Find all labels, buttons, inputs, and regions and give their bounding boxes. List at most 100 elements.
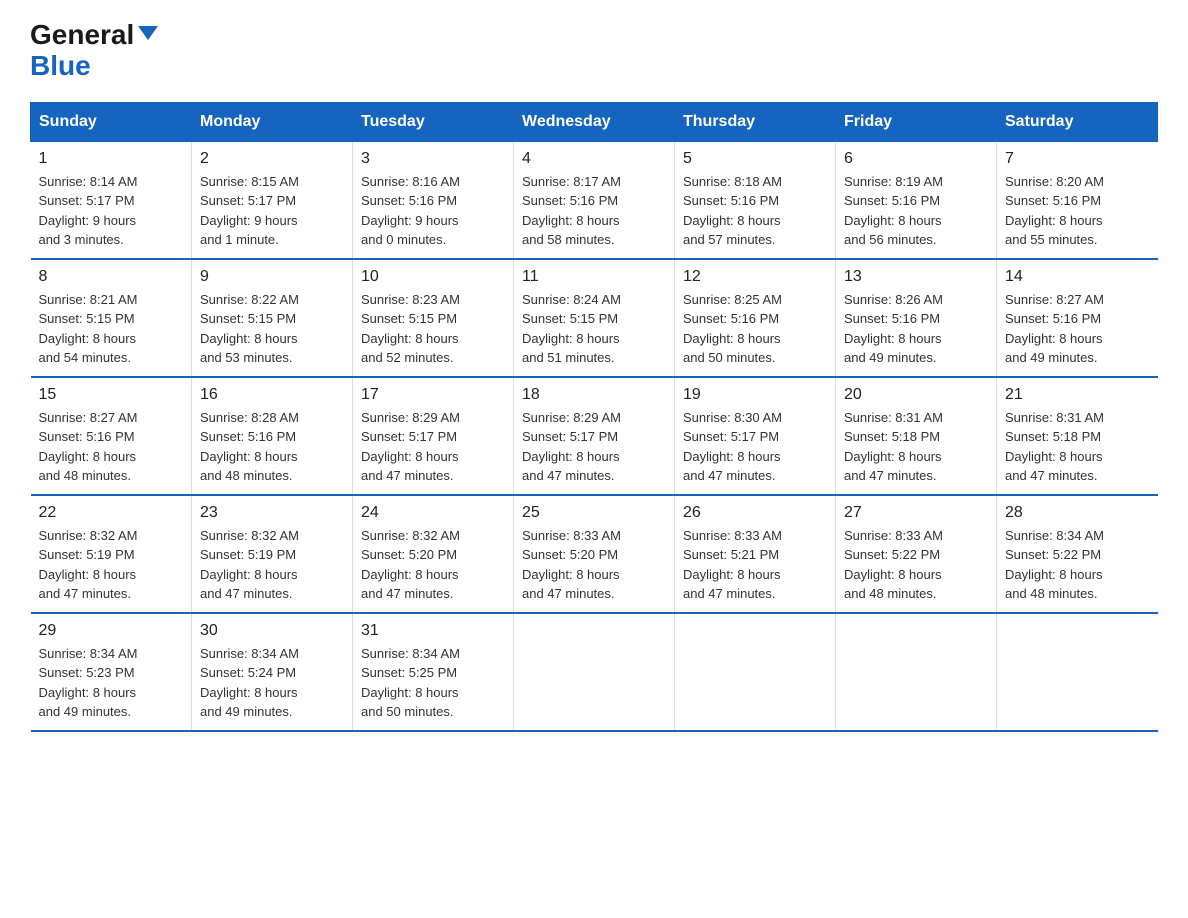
calendar-day-cell: 31 Sunrise: 8:34 AMSunset: 5:25 PMDaylig… <box>353 613 514 731</box>
day-number: 22 <box>39 504 184 522</box>
calendar-header-tuesday: Tuesday <box>353 102 514 141</box>
calendar-day-cell <box>675 613 836 731</box>
day-number: 29 <box>39 622 184 640</box>
calendar-day-cell: 8 Sunrise: 8:21 AMSunset: 5:15 PMDayligh… <box>31 259 192 377</box>
day-info: Sunrise: 8:22 AMSunset: 5:15 PMDaylight:… <box>200 290 344 368</box>
day-number: 12 <box>683 268 827 286</box>
calendar-day-cell: 23 Sunrise: 8:32 AMSunset: 5:19 PMDaylig… <box>192 495 353 613</box>
day-info: Sunrise: 8:32 AMSunset: 5:20 PMDaylight:… <box>361 526 505 604</box>
calendar-day-cell: 15 Sunrise: 8:27 AMSunset: 5:16 PMDaylig… <box>31 377 192 495</box>
day-info: Sunrise: 8:32 AMSunset: 5:19 PMDaylight:… <box>200 526 344 604</box>
day-info: Sunrise: 8:33 AMSunset: 5:20 PMDaylight:… <box>522 526 666 604</box>
calendar-day-cell: 21 Sunrise: 8:31 AMSunset: 5:18 PMDaylig… <box>997 377 1158 495</box>
day-info: Sunrise: 8:19 AMSunset: 5:16 PMDaylight:… <box>844 172 988 250</box>
day-number: 7 <box>1005 150 1150 168</box>
day-number: 9 <box>200 268 344 286</box>
day-number: 15 <box>39 386 184 404</box>
day-info: Sunrise: 8:14 AMSunset: 5:17 PMDaylight:… <box>39 172 184 250</box>
day-info: Sunrise: 8:31 AMSunset: 5:18 PMDaylight:… <box>1005 408 1150 486</box>
day-info: Sunrise: 8:18 AMSunset: 5:16 PMDaylight:… <box>683 172 827 250</box>
calendar-week-row: 15 Sunrise: 8:27 AMSunset: 5:16 PMDaylig… <box>31 377 1158 495</box>
day-info: Sunrise: 8:30 AMSunset: 5:17 PMDaylight:… <box>683 408 827 486</box>
day-info: Sunrise: 8:21 AMSunset: 5:15 PMDaylight:… <box>39 290 184 368</box>
calendar-day-cell: 7 Sunrise: 8:20 AMSunset: 5:16 PMDayligh… <box>997 141 1158 259</box>
day-number: 6 <box>844 150 988 168</box>
calendar-header-friday: Friday <box>836 102 997 141</box>
day-info: Sunrise: 8:25 AMSunset: 5:16 PMDaylight:… <box>683 290 827 368</box>
calendar-day-cell: 5 Sunrise: 8:18 AMSunset: 5:16 PMDayligh… <box>675 141 836 259</box>
day-number: 8 <box>39 268 184 286</box>
day-info: Sunrise: 8:17 AMSunset: 5:16 PMDaylight:… <box>522 172 666 250</box>
calendar-day-cell: 14 Sunrise: 8:27 AMSunset: 5:16 PMDaylig… <box>997 259 1158 377</box>
day-number: 30 <box>200 622 344 640</box>
calendar-header-sunday: Sunday <box>31 102 192 141</box>
calendar-table: SundayMondayTuesdayWednesdayThursdayFrid… <box>30 102 1158 732</box>
calendar-day-cell: 6 Sunrise: 8:19 AMSunset: 5:16 PMDayligh… <box>836 141 997 259</box>
calendar-header-saturday: Saturday <box>997 102 1158 141</box>
day-number: 14 <box>1005 268 1150 286</box>
day-number: 16 <box>200 386 344 404</box>
day-info: Sunrise: 8:29 AMSunset: 5:17 PMDaylight:… <box>361 408 505 486</box>
calendar-day-cell <box>997 613 1158 731</box>
day-number: 18 <box>522 386 666 404</box>
calendar-day-cell <box>514 613 675 731</box>
day-number: 3 <box>361 150 505 168</box>
calendar-day-cell: 3 Sunrise: 8:16 AMSunset: 5:16 PMDayligh… <box>353 141 514 259</box>
calendar-day-cell: 2 Sunrise: 8:15 AMSunset: 5:17 PMDayligh… <box>192 141 353 259</box>
day-info: Sunrise: 8:16 AMSunset: 5:16 PMDaylight:… <box>361 172 505 250</box>
calendar-day-cell: 1 Sunrise: 8:14 AMSunset: 5:17 PMDayligh… <box>31 141 192 259</box>
calendar-day-cell: 20 Sunrise: 8:31 AMSunset: 5:18 PMDaylig… <box>836 377 997 495</box>
calendar-day-cell: 19 Sunrise: 8:30 AMSunset: 5:17 PMDaylig… <box>675 377 836 495</box>
logo-triangle-icon <box>138 26 158 40</box>
calendar-day-cell: 30 Sunrise: 8:34 AMSunset: 5:24 PMDaylig… <box>192 613 353 731</box>
day-number: 5 <box>683 150 827 168</box>
calendar-day-cell: 18 Sunrise: 8:29 AMSunset: 5:17 PMDaylig… <box>514 377 675 495</box>
calendar-day-cell: 12 Sunrise: 8:25 AMSunset: 5:16 PMDaylig… <box>675 259 836 377</box>
calendar-day-cell: 11 Sunrise: 8:24 AMSunset: 5:15 PMDaylig… <box>514 259 675 377</box>
day-number: 10 <box>361 268 505 286</box>
day-number: 13 <box>844 268 988 286</box>
calendar-week-row: 29 Sunrise: 8:34 AMSunset: 5:23 PMDaylig… <box>31 613 1158 731</box>
calendar-header-row: SundayMondayTuesdayWednesdayThursdayFrid… <box>31 102 1158 141</box>
day-number: 4 <box>522 150 666 168</box>
day-info: Sunrise: 8:20 AMSunset: 5:16 PMDaylight:… <box>1005 172 1150 250</box>
logo-blue-text: Blue <box>30 51 158 82</box>
calendar-day-cell: 13 Sunrise: 8:26 AMSunset: 5:16 PMDaylig… <box>836 259 997 377</box>
calendar-day-cell: 29 Sunrise: 8:34 AMSunset: 5:23 PMDaylig… <box>31 613 192 731</box>
day-number: 2 <box>200 150 344 168</box>
calendar-header-monday: Monday <box>192 102 353 141</box>
calendar-week-row: 8 Sunrise: 8:21 AMSunset: 5:15 PMDayligh… <box>31 259 1158 377</box>
day-info: Sunrise: 8:34 AMSunset: 5:24 PMDaylight:… <box>200 644 344 722</box>
calendar-week-row: 22 Sunrise: 8:32 AMSunset: 5:19 PMDaylig… <box>31 495 1158 613</box>
day-info: Sunrise: 8:29 AMSunset: 5:17 PMDaylight:… <box>522 408 666 486</box>
calendar-day-cell: 26 Sunrise: 8:33 AMSunset: 5:21 PMDaylig… <box>675 495 836 613</box>
calendar-day-cell: 4 Sunrise: 8:17 AMSunset: 5:16 PMDayligh… <box>514 141 675 259</box>
day-number: 24 <box>361 504 505 522</box>
calendar-day-cell <box>836 613 997 731</box>
calendar-day-cell: 27 Sunrise: 8:33 AMSunset: 5:22 PMDaylig… <box>836 495 997 613</box>
calendar-week-row: 1 Sunrise: 8:14 AMSunset: 5:17 PMDayligh… <box>31 141 1158 259</box>
day-info: Sunrise: 8:23 AMSunset: 5:15 PMDaylight:… <box>361 290 505 368</box>
day-info: Sunrise: 8:15 AMSunset: 5:17 PMDaylight:… <box>200 172 344 250</box>
day-info: Sunrise: 8:27 AMSunset: 5:16 PMDaylight:… <box>1005 290 1150 368</box>
calendar-day-cell: 24 Sunrise: 8:32 AMSunset: 5:20 PMDaylig… <box>353 495 514 613</box>
calendar-day-cell: 22 Sunrise: 8:32 AMSunset: 5:19 PMDaylig… <box>31 495 192 613</box>
day-number: 20 <box>844 386 988 404</box>
calendar-header-wednesday: Wednesday <box>514 102 675 141</box>
day-number: 23 <box>200 504 344 522</box>
day-info: Sunrise: 8:34 AMSunset: 5:23 PMDaylight:… <box>39 644 184 722</box>
day-info: Sunrise: 8:24 AMSunset: 5:15 PMDaylight:… <box>522 290 666 368</box>
page-header: General Blue <box>30 20 1158 82</box>
calendar-day-cell: 9 Sunrise: 8:22 AMSunset: 5:15 PMDayligh… <box>192 259 353 377</box>
day-info: Sunrise: 8:33 AMSunset: 5:21 PMDaylight:… <box>683 526 827 604</box>
logo: General Blue <box>30 20 158 82</box>
day-number: 21 <box>1005 386 1150 404</box>
day-number: 11 <box>522 268 666 286</box>
calendar-day-cell: 16 Sunrise: 8:28 AMSunset: 5:16 PMDaylig… <box>192 377 353 495</box>
day-number: 31 <box>361 622 505 640</box>
day-number: 26 <box>683 504 827 522</box>
day-number: 19 <box>683 386 827 404</box>
calendar-day-cell: 25 Sunrise: 8:33 AMSunset: 5:20 PMDaylig… <box>514 495 675 613</box>
day-info: Sunrise: 8:27 AMSunset: 5:16 PMDaylight:… <box>39 408 184 486</box>
day-info: Sunrise: 8:28 AMSunset: 5:16 PMDaylight:… <box>200 408 344 486</box>
